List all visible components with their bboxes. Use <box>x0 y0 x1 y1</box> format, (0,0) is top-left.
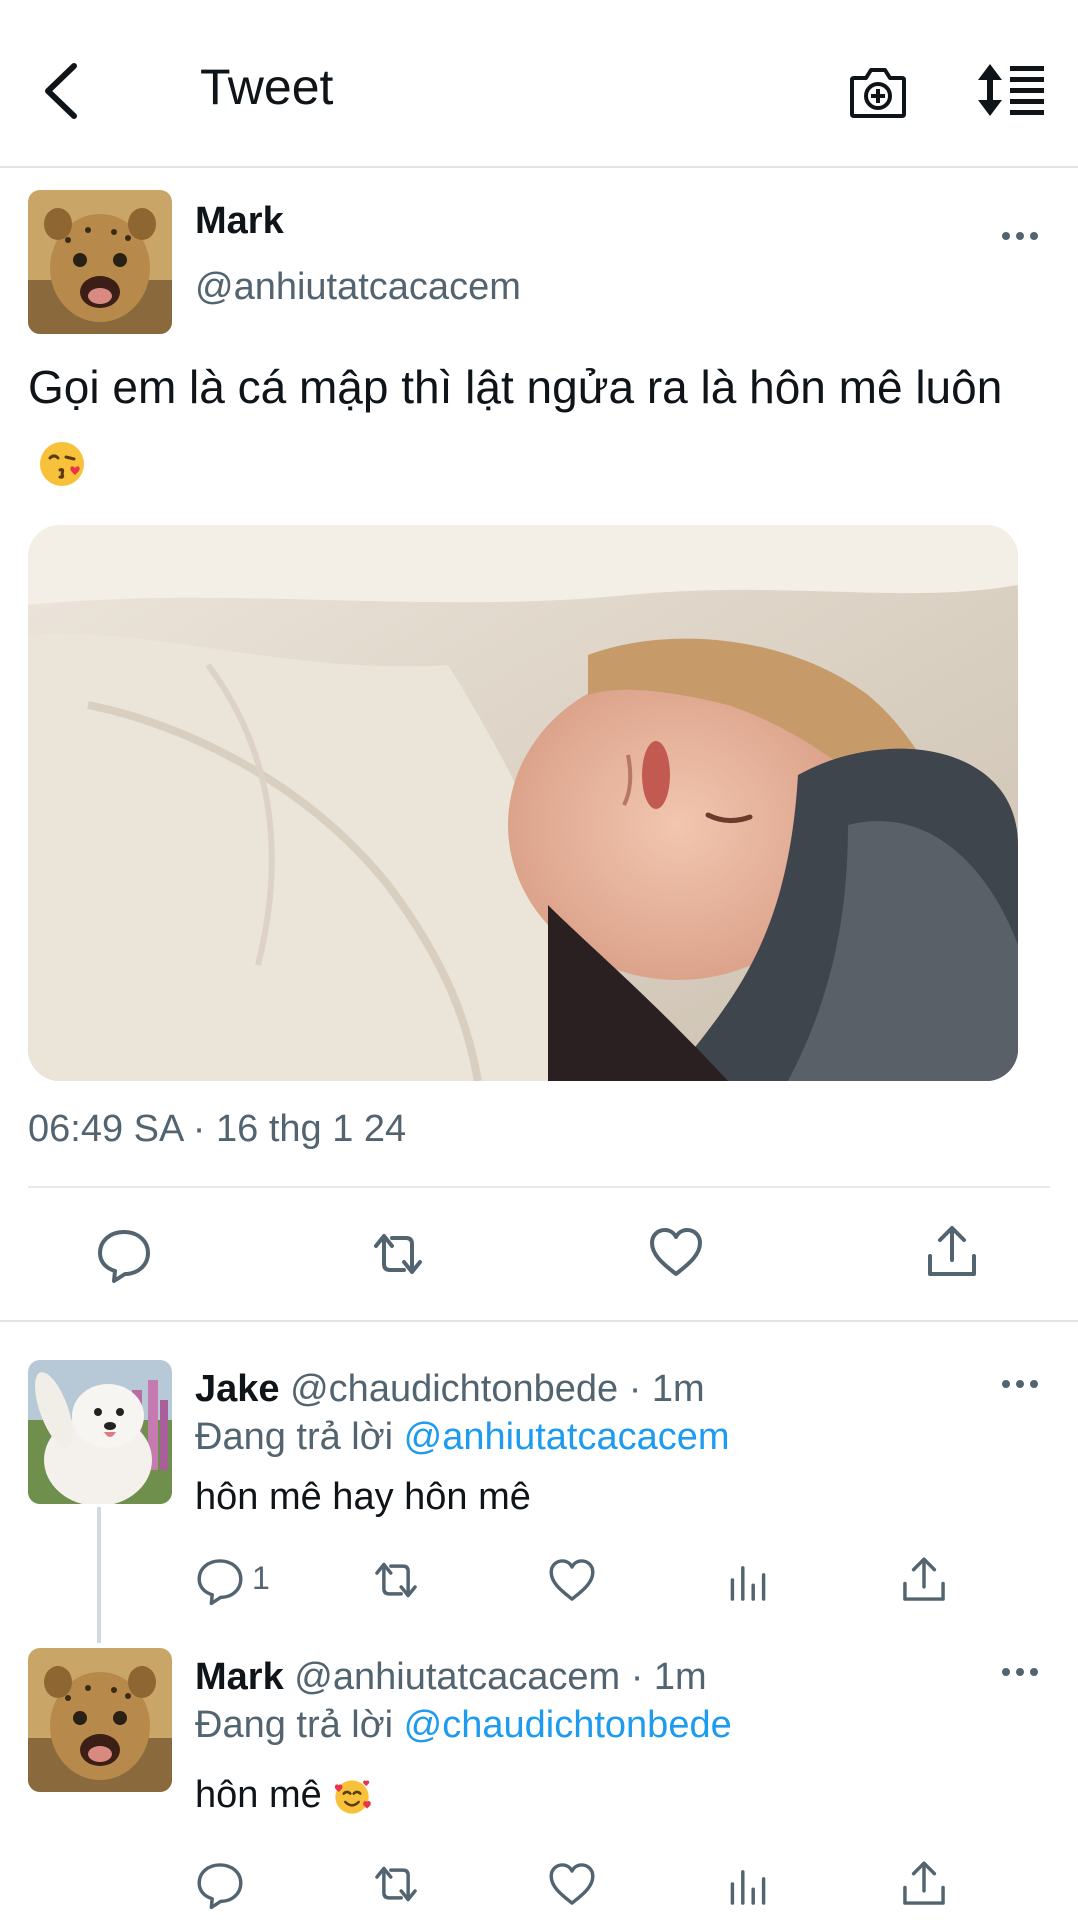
like-icon[interactable] <box>646 1222 706 1282</box>
avatar[interactable] <box>28 1648 172 1792</box>
reply-text: hôn mê <box>195 1774 372 1817</box>
tweet-photo[interactable] <box>28 525 1018 1081</box>
replying-to: Đang trả lời @chaudichtonbede <box>195 1704 732 1747</box>
divider <box>28 1186 1050 1188</box>
author-handle-time[interactable]: @chaudichtonbede · 1m <box>290 1368 705 1410</box>
author-name[interactable]: Mark <box>195 200 284 243</box>
more-options-icon[interactable] <box>1000 1374 1040 1394</box>
avatar[interactable] <box>28 1360 172 1504</box>
reply-icon[interactable] <box>94 1224 154 1284</box>
like-icon[interactable] <box>546 1554 598 1606</box>
analytics-icon[interactable] <box>722 1554 774 1606</box>
reply-count: 1 <box>252 1560 270 1596</box>
tweet-text-content: Gọi em là cá mập thì lật ngửa ra là hôn … <box>28 361 1003 413</box>
replying-to-label: Đang trả lời <box>195 1704 404 1746</box>
share-icon[interactable] <box>922 1222 982 1282</box>
divider <box>0 1320 1078 1322</box>
like-icon[interactable] <box>546 1858 598 1910</box>
tweet-text: Gọi em là cá mập thì lật ngửa ra là hôn … <box>28 352 1038 492</box>
back-arrow-icon[interactable] <box>40 62 84 120</box>
retweet-icon[interactable] <box>370 1554 422 1606</box>
smiling-face-with-hearts-emoji <box>332 1777 372 1817</box>
share-icon[interactable] <box>898 1554 950 1606</box>
avatar[interactable] <box>28 190 172 334</box>
mention-link[interactable]: @anhiutatcacacem <box>404 1416 730 1458</box>
author-handle[interactable]: @anhiutatcacacem <box>195 266 521 309</box>
retweet-icon[interactable] <box>368 1224 428 1284</box>
top-navigation-bar: Tweet <box>0 0 1078 168</box>
author-handle-time[interactable]: @anhiutatcacacem · 1m <box>294 1656 706 1698</box>
face-blowing-kiss-emoji <box>38 437 86 486</box>
page-title: Tweet <box>200 59 334 115</box>
reply-icon[interactable] <box>194 1858 246 1910</box>
author-name[interactable]: Jake <box>195 1368 280 1410</box>
reply-header: Jake @chaudichtonbede · 1m <box>195 1368 705 1411</box>
more-options-icon[interactable] <box>1000 1662 1040 1682</box>
mention-link[interactable]: @chaudichtonbede <box>404 1704 732 1746</box>
tweet-timestamp: 06:49 SA · 16 thg 1 24 <box>28 1108 407 1150</box>
replying-to: Đang trả lời @anhiutatcacacem <box>195 1416 730 1459</box>
reply-icon[interactable] <box>194 1554 246 1606</box>
sort-icon[interactable] <box>976 64 1046 116</box>
analytics-icon[interactable] <box>722 1858 774 1910</box>
reply-text: hôn mê hay hôn mê <box>195 1476 531 1518</box>
reply-text-content: hôn mê <box>195 1774 322 1816</box>
replying-to-label: Đang trả lời <box>195 1416 404 1458</box>
share-icon[interactable] <box>898 1858 950 1910</box>
camera-add-icon[interactable] <box>848 64 908 120</box>
reply-header: Mark @anhiutatcacacem · 1m <box>195 1656 707 1699</box>
more-options-icon[interactable] <box>1000 226 1040 246</box>
author-name[interactable]: Mark <box>195 1656 284 1698</box>
thread-connector <box>97 1507 101 1643</box>
retweet-icon[interactable] <box>370 1858 422 1910</box>
